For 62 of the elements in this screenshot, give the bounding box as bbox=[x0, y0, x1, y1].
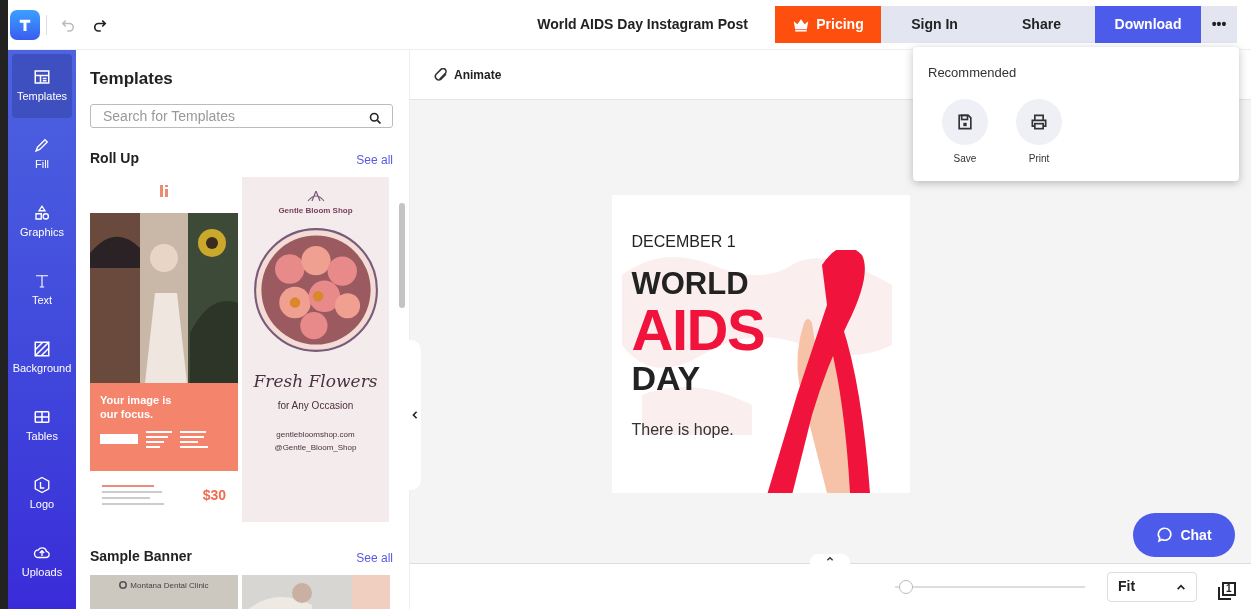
design-heading: AIDS bbox=[631, 302, 765, 358]
template-card[interactable]: Montana Dental Clinic bbox=[90, 574, 238, 609]
rail-item[interactable]: Templates bbox=[12, 54, 72, 118]
see-all-link[interactable]: See all bbox=[356, 150, 393, 169]
template-tagline: for Any Occasion bbox=[277, 399, 354, 413]
chevron-up-icon bbox=[1176, 582, 1186, 591]
shapes-icon bbox=[33, 203, 51, 222]
brand-mark-icon bbox=[159, 184, 169, 199]
animate-button[interactable]: Animate bbox=[434, 65, 502, 84]
hatched-square-icon bbox=[33, 339, 51, 358]
chat-button[interactable]: Chat bbox=[1133, 513, 1235, 557]
chevron-left-icon bbox=[411, 410, 419, 420]
lotus-icon bbox=[305, 190, 326, 202]
section-title: Sample Banner bbox=[90, 546, 192, 566]
script-title: Fresh Flowers bbox=[253, 369, 378, 393]
stacked-pages-icon bbox=[1217, 580, 1237, 601]
speech-bubble-icon bbox=[1156, 526, 1175, 544]
scrollbar-thumb[interactable] bbox=[399, 203, 405, 308]
rail-item[interactable]: Tables bbox=[12, 394, 72, 458]
download-button[interactable]: Download bbox=[1095, 6, 1201, 43]
pages-button[interactable]: 1 bbox=[1217, 580, 1237, 601]
template-price: $30 bbox=[202, 485, 226, 505]
panel-title: Templates bbox=[90, 68, 174, 90]
rail-item[interactable]: Background bbox=[12, 326, 72, 390]
expand-pages-button[interactable] bbox=[810, 554, 850, 564]
rail-item[interactable]: Fill bbox=[12, 122, 72, 186]
template-handle: @Gentle_Bloom_Shop bbox=[274, 442, 357, 454]
paperclip-icon bbox=[434, 67, 448, 82]
document-title: World AIDS Day Instagram Post bbox=[537, 15, 748, 34]
layout-icon bbox=[33, 67, 51, 86]
header-button[interactable]: Share bbox=[988, 6, 1095, 43]
clinic-name: Montana Dental Clinic bbox=[130, 580, 209, 590]
design-date: DECEMBER 1 bbox=[631, 232, 737, 252]
template-headline: Your image is our focus. bbox=[100, 392, 173, 421]
search-field[interactable]: Search for Templates bbox=[90, 103, 393, 128]
template-card[interactable]: Gentle Bloom Shop Fresh Flowers for Any Occasion gentlebloomshop.com @Gentle_Bloom_Shop bbox=[242, 176, 389, 522]
design-heading: DAY bbox=[631, 358, 702, 398]
rail-item[interactable]: Graphics bbox=[12, 190, 72, 254]
circle-logo-icon bbox=[119, 580, 128, 589]
logo-placeholder bbox=[100, 434, 138, 444]
rail-item[interactable]: Text bbox=[12, 258, 72, 322]
text-lines-drawing bbox=[146, 430, 208, 448]
chevron-up-icon bbox=[826, 556, 834, 562]
more-button[interactable]: ••• bbox=[1201, 6, 1237, 43]
design-heading: WORLD bbox=[631, 266, 750, 302]
shop-name: Gentle Bloom Shop bbox=[278, 204, 353, 217]
collapse-panel-button[interactable] bbox=[409, 340, 421, 490]
design-tagline: There is hope. bbox=[631, 420, 735, 440]
see-all-link[interactable]: See all bbox=[356, 548, 393, 567]
page-count: 1 bbox=[1226, 582, 1232, 595]
app-logo[interactable] bbox=[10, 9, 40, 40]
header-button[interactable]: Sign In bbox=[881, 6, 988, 43]
rail-item[interactable]: Uploads bbox=[12, 530, 72, 594]
section-title: Roll Up bbox=[90, 148, 139, 168]
template-website: gentlebloomshop.com bbox=[276, 429, 355, 441]
slider-thumb[interactable] bbox=[899, 579, 914, 594]
search-icon bbox=[368, 110, 383, 126]
menu-heading: Recommended bbox=[928, 64, 1018, 82]
rail-item[interactable]: Logo bbox=[12, 462, 72, 526]
text-lines-drawing bbox=[102, 485, 164, 505]
hexagon-icon bbox=[33, 475, 51, 494]
fit-dropdown[interactable]: Fit bbox=[1107, 571, 1197, 602]
